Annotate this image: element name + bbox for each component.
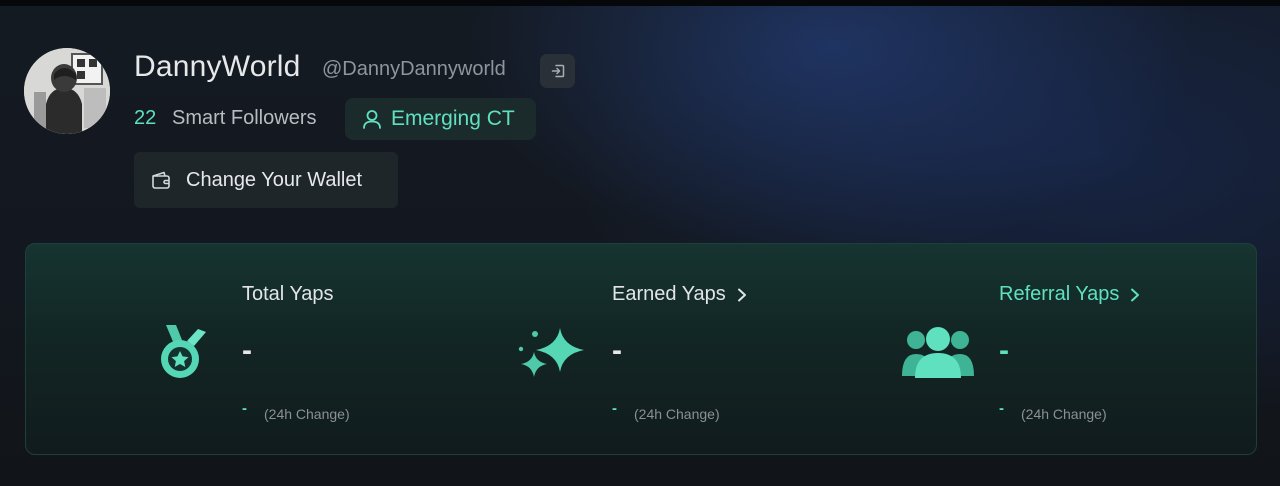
chevron-right-icon [1131, 288, 1140, 301]
earned-yaps-change-label: (24h Change) [634, 406, 720, 422]
total-yaps-title: Total Yaps [242, 283, 334, 305]
logout-icon [551, 64, 564, 78]
change-wallet-button[interactable]: Change Your Wallet [134, 152, 398, 208]
earned-yaps-value: - [612, 334, 622, 367]
total-yaps-change-value: - [242, 400, 247, 417]
profile-handle: @DannyDannyworld [322, 58, 506, 80]
chevron-right-icon [737, 288, 746, 301]
referral-yaps-value: - [999, 334, 1009, 367]
smart-followers-label: Smart Followers [172, 107, 317, 129]
logout-button[interactable] [540, 54, 575, 88]
smart-followers-count: 22 [134, 107, 157, 129]
medal-star-icon [161, 325, 206, 378]
total-yaps-change-label: (24h Change) [264, 406, 350, 422]
users-group-icon [902, 327, 974, 378]
sparkles-icon [518, 328, 584, 377]
wallet-icon [152, 171, 170, 189]
avatar [24, 48, 110, 134]
profile-name: DannyWorld [134, 50, 301, 83]
yaps-stats-panel [25, 243, 1257, 455]
earned-yaps-change-value: - [612, 400, 617, 417]
total-yaps-value: - [242, 334, 252, 367]
referral-yaps-change-label: (24h Change) [1021, 406, 1107, 422]
referral-yaps-change-value: - [999, 400, 1004, 417]
earned-yaps-link[interactable]: Earned Yaps [612, 283, 748, 306]
change-wallet-label: Change Your Wallet [186, 168, 363, 191]
referral-yaps-link[interactable]: Referral Yaps [999, 283, 1141, 306]
user-icon [363, 110, 381, 129]
status-badge: Emerging CT [345, 98, 536, 140]
status-badge-label: Emerging CT [391, 107, 515, 130]
